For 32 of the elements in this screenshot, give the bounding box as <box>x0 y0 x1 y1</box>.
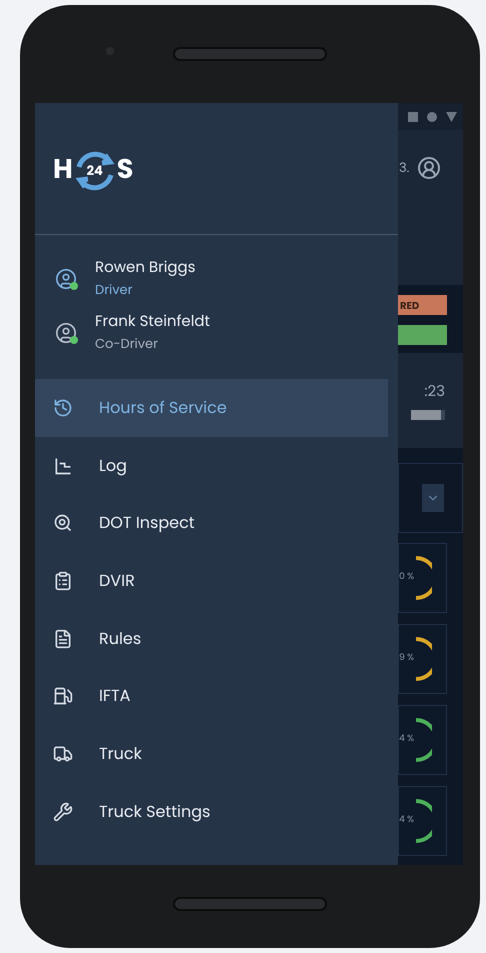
profile-icon <box>417 156 442 180</box>
magnifier-icon <box>53 513 73 534</box>
gauge-reading: 4 % <box>399 733 414 747</box>
history-icon <box>53 398 73 418</box>
status-bar <box>398 325 447 345</box>
signal-square-icon <box>408 112 418 122</box>
user-role: Driver <box>95 279 134 301</box>
gauge-reading: 4 % <box>399 814 414 828</box>
dropdown-button[interactable] <box>422 484 444 512</box>
user-name: Rowen Briggs <box>95 257 196 279</box>
document-icon <box>53 628 73 649</box>
user-role: Co-Driver <box>95 333 159 355</box>
menu-item[interactable]: Log <box>35 436 388 494</box>
gauge-reading: 9 % <box>399 652 414 666</box>
menu-item[interactable]: DVIR <box>35 552 388 610</box>
menu-item[interactable]: Rules <box>35 610 388 668</box>
truck-icon <box>53 744 73 764</box>
step-chart-icon <box>53 456 73 476</box>
fuel-pump-icon <box>53 686 73 706</box>
wrench-icon <box>53 802 73 822</box>
menu-item[interactable]: Hours of Service <box>35 379 388 437</box>
menu-item[interactable]: DOT Inspect <box>35 494 388 552</box>
user-name: Frank Steinfeldt <box>95 311 210 333</box>
timer-text: :23 <box>424 381 445 404</box>
clipboard-icon <box>53 570 73 591</box>
header-text: 3. <box>399 157 410 179</box>
menu-item[interactable]: Truck Settings <box>35 782 388 840</box>
gauge-reading: 0 % <box>399 571 414 585</box>
status-badge: RED <box>398 295 447 315</box>
menu-item[interactable]: Truck <box>35 725 388 783</box>
menu-item[interactable]: IFTA <box>35 667 388 726</box>
app-logo: H 24 S <box>53 150 134 192</box>
